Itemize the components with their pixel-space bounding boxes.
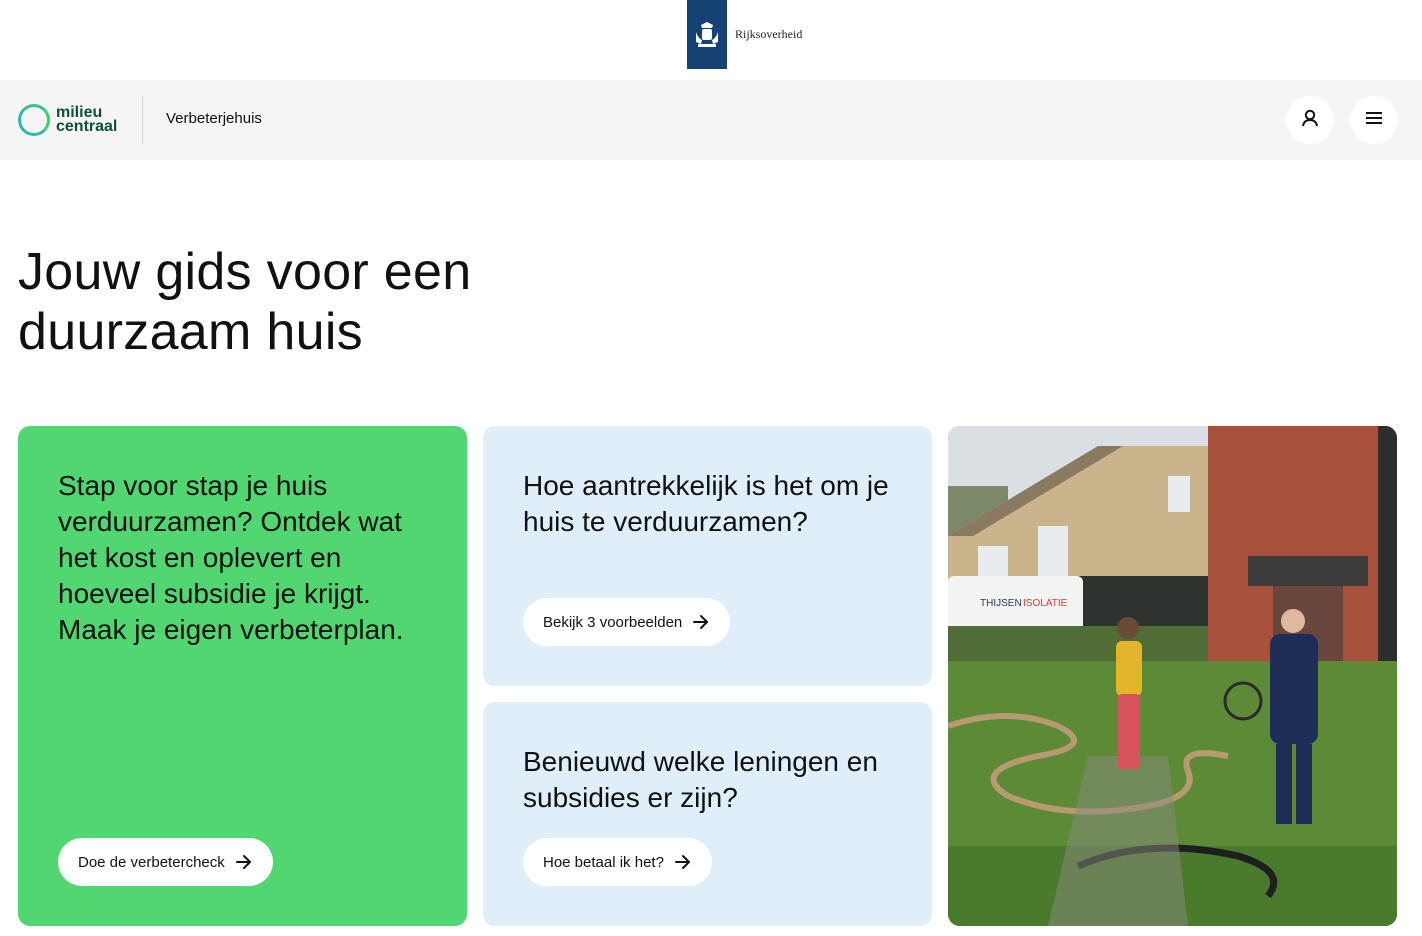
logo-wordmark: milieu centraal [56, 105, 118, 135]
photo-illustration: THIJSEN ISOLATIE [948, 426, 1397, 926]
hamburger-menu-icon [1365, 111, 1383, 130]
government-bar: Rijksoverheid [0, 0, 1422, 80]
financing-button[interactable]: Hoe betaal ik het? [523, 838, 712, 886]
page-title: Jouw gids voor een duurzaam huis [18, 243, 472, 361]
logo-line-2: centraal [56, 118, 118, 135]
coat-of-arms-icon [687, 0, 727, 69]
site-header: milieu centraal Verbeterjehuis [0, 80, 1422, 160]
verbetercheck-card: Stap voor stap je huis verduurzamen? Ont… [18, 426, 467, 926]
user-icon [1300, 108, 1320, 133]
button-label: Doe de verbetercheck [78, 853, 225, 871]
button-label: Bekijk 3 voorbeelden [543, 613, 683, 631]
examples-button[interactable]: Bekijk 3 voorbeelden [523, 598, 731, 646]
card-text: Stap voor stap je huis verduurzamen? Ont… [58, 470, 404, 645]
van-text-1: THIJSEN [980, 598, 1022, 609]
arrow-right-icon [235, 854, 253, 870]
insulation-photo: THIJSEN ISOLATIE [948, 426, 1397, 926]
milieu-centraal-logo[interactable]: milieu centraal [18, 104, 117, 136]
account-button[interactable] [1286, 96, 1334, 144]
rijksoverheid-logo[interactable]: Rijksoverheid [687, 0, 802, 69]
government-name: Rijksoverheid [735, 27, 803, 41]
financing-card: Benieuwd welke leningen en subsidies er … [483, 702, 932, 926]
header-divider [142, 96, 143, 144]
examples-card: Hoe aantrekkelijk is het om je huis te v… [483, 426, 932, 686]
van-text-2: ISOLATIE [1023, 598, 1068, 609]
card-text: Benieuwd welke leningen en subsidies er … [523, 746, 878, 813]
button-label: Hoe betaal ik het? [543, 853, 664, 871]
verbetercheck-button[interactable]: Doe de verbetercheck [58, 838, 273, 886]
arrow-right-icon [674, 854, 692, 870]
site-name-link[interactable]: Verbeterjehuis [166, 110, 262, 127]
arrow-right-icon [692, 614, 710, 630]
menu-button[interactable] [1350, 96, 1398, 144]
logo-circle-icon [18, 104, 50, 136]
card-text: Hoe aantrekkelijk is het om je huis te v… [523, 470, 889, 537]
